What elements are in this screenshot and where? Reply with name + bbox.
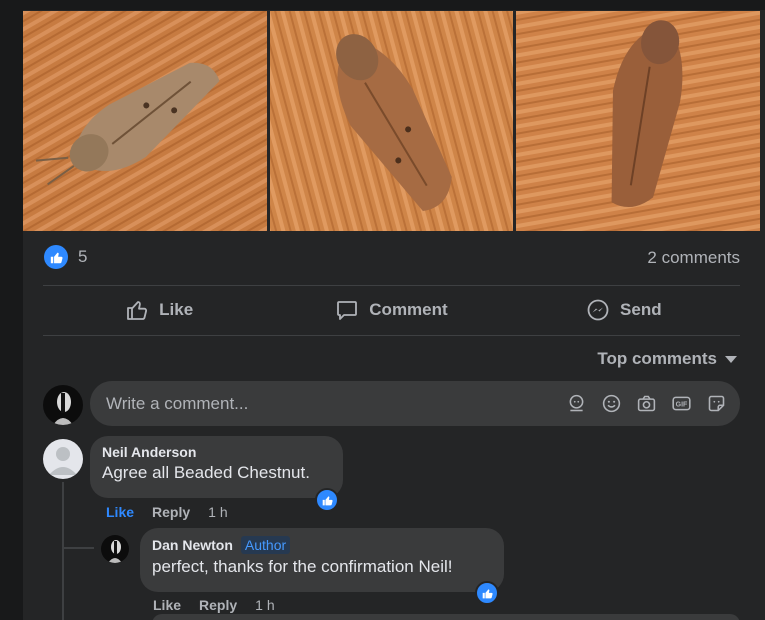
thread-line <box>62 482 64 620</box>
like-reaction-icon <box>44 245 68 269</box>
moth-photo-2[interactable] <box>270 11 513 231</box>
comment-button[interactable]: Comment <box>275 286 507 334</box>
send-button-label: Send <box>620 300 662 319</box>
reply-like-reaction[interactable] <box>475 581 499 605</box>
comment-composer[interactable]: GIF <box>90 381 740 426</box>
top-strip <box>0 0 765 10</box>
sort-label: Top comments <box>597 349 717 368</box>
reply-like-link[interactable]: Like <box>153 597 181 613</box>
current-user-avatar[interactable] <box>43 385 83 425</box>
comment-button-label: Comment <box>369 300 448 319</box>
reply-timestamp[interactable]: 1 h <box>255 597 274 613</box>
reply-text: perfect, thanks for the confirmation Nei… <box>152 557 453 576</box>
like-button[interactable]: Like <box>43 286 275 334</box>
reply-bubble: Dan Newton Author perfect, thanks for the… <box>140 528 504 592</box>
reply-reply-link[interactable]: Reply <box>199 597 237 613</box>
comment-like-reaction[interactable] <box>315 488 339 512</box>
moth-photo-3[interactable] <box>516 11 760 231</box>
like-button-label: Like <box>159 300 194 319</box>
emoji-icon[interactable] <box>600 392 623 415</box>
comment-timestamp[interactable]: 1 h <box>208 504 227 520</box>
reply-meta: Like Reply 1 h <box>153 597 275 613</box>
reply-author-text[interactable]: Dan Newton <box>152 537 233 553</box>
comment-bubble-icon <box>337 301 358 320</box>
comment-author-name[interactable]: Neil Anderson <box>102 444 331 460</box>
comment-meta: Like Reply 1 h <box>106 504 228 520</box>
comments-count-link[interactable]: 2 comments <box>647 248 740 268</box>
comment-reply-link[interactable]: Reply <box>152 504 190 520</box>
gif-icon[interactable]: GIF <box>670 392 693 415</box>
reply-author-avatar[interactable] <box>101 535 129 563</box>
caret-down-icon <box>725 355 737 363</box>
comment-sort-dropdown[interactable]: Top comments <box>597 349 737 369</box>
comment-input[interactable] <box>90 381 530 426</box>
author-badge: Author <box>240 536 291 554</box>
post-actions: Like Comment Send <box>43 286 740 334</box>
comment-text: Agree all Beaded Chestnut. <box>102 463 310 482</box>
reaction-count: 5 <box>78 247 88 266</box>
divider <box>43 335 740 336</box>
sticker-icon[interactable] <box>705 392 728 415</box>
send-button[interactable]: Send <box>508 286 740 334</box>
moth-photo-1[interactable] <box>23 11 267 231</box>
thumbs-up-icon <box>127 301 148 320</box>
thumbs-up-icon <box>482 588 493 598</box>
messenger-icon <box>587 299 609 321</box>
camera-icon[interactable] <box>635 392 658 415</box>
composer-tools: GIF <box>565 392 728 415</box>
comment-author-avatar[interactable] <box>43 439 83 479</box>
comment-bubble: Neil Anderson Agree all Beaded Chestnut. <box>90 436 343 498</box>
svg-text:GIF: GIF <box>676 402 688 409</box>
reply-author-name[interactable]: Dan Newton Author <box>152 536 492 554</box>
thread-connector <box>62 547 94 549</box>
avatar-sticker-icon[interactable] <box>565 392 588 415</box>
thumbs-up-icon <box>322 495 333 505</box>
next-comment-bubble <box>152 614 740 620</box>
comment-like-link[interactable]: Like <box>106 504 134 520</box>
reactions-summary[interactable]: 5 <box>44 245 87 269</box>
